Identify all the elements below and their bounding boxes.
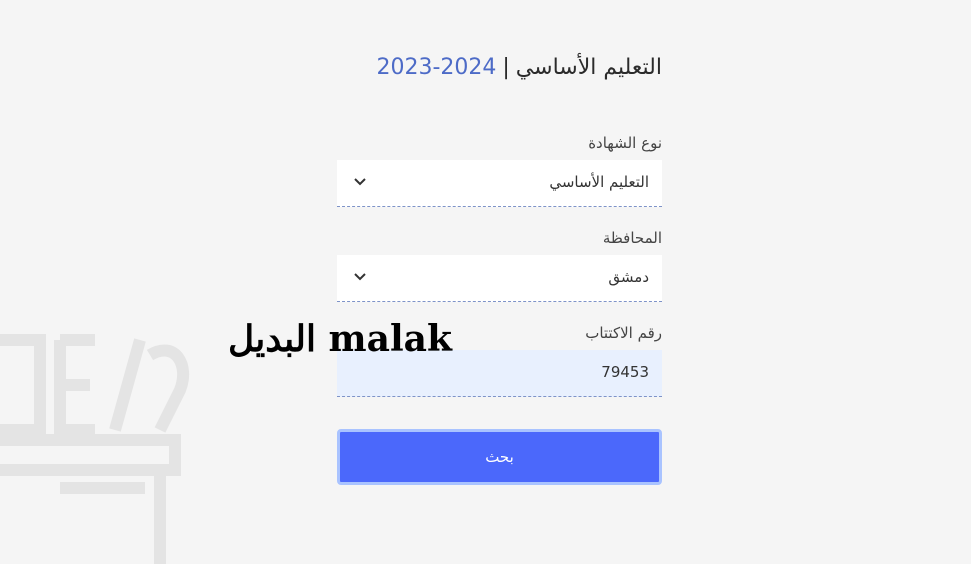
title-separator: | <box>502 55 510 80</box>
page-title: التعليم الأساسي|2023-2024 <box>337 55 662 80</box>
certificate-type-value: التعليم الأساسي <box>549 173 649 191</box>
title-text: التعليم الأساسي <box>515 55 662 80</box>
background-decoration <box>0 334 190 564</box>
certificate-type-select[interactable]: التعليم الأساسي <box>337 160 662 207</box>
chevron-down-icon <box>354 273 366 281</box>
chevron-down-icon <box>354 178 366 186</box>
province-value: دمشق <box>608 268 649 286</box>
search-form: نوع الشهادة التعليم الأساسي المحافظة دمش… <box>337 130 662 485</box>
title-year: 2023-2024 <box>376 55 497 80</box>
watermark-text: malak البديل <box>228 318 452 360</box>
province-label: المحافظة <box>602 229 662 247</box>
certificate-type-label: نوع الشهادة <box>588 134 662 152</box>
province-select[interactable]: دمشق <box>337 255 662 302</box>
subscription-number-value: 79453 <box>601 363 649 381</box>
search-button[interactable]: بحث <box>337 429 662 485</box>
